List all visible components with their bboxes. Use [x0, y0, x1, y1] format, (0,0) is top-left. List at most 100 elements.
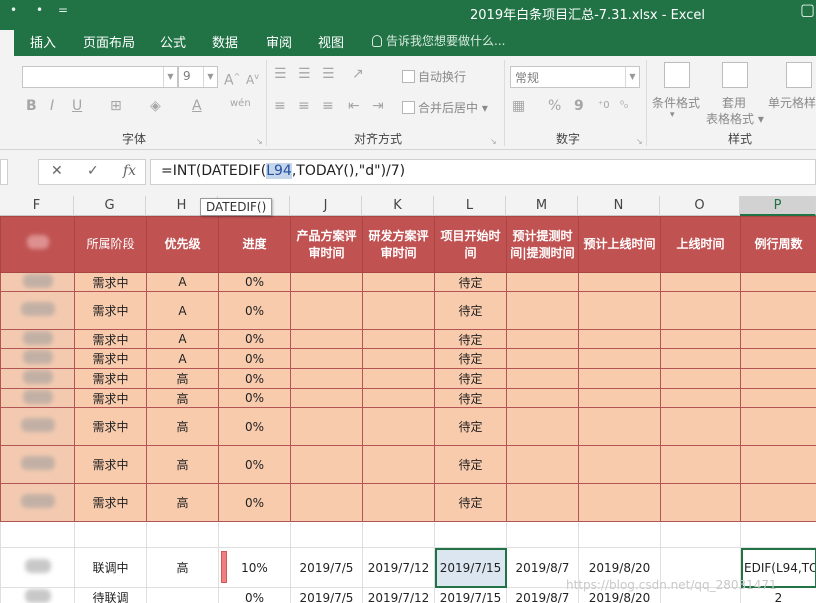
column-header-j[interactable]: J	[290, 196, 362, 216]
cell-empty[interactable]	[290, 348, 363, 369]
cell-empty[interactable]	[218, 521, 291, 548]
cell-empty[interactable]	[660, 291, 741, 330]
cell-start[interactable]: 待定	[434, 368, 507, 389]
cell-empty[interactable]	[290, 445, 363, 484]
formula-input[interactable]: =INT(DATEDIF(L94,TODAY(),"d")/7)	[150, 159, 816, 185]
font-dialog-launcher-icon[interactable]: ↘	[256, 132, 263, 152]
cell-product-review[interactable]: 2019/7/5	[290, 587, 363, 603]
comma-style-button[interactable]: 9	[574, 96, 584, 116]
cell-empty[interactable]	[290, 329, 363, 349]
cancel-icon[interactable]: ✕	[51, 163, 63, 179]
cell-blurred[interactable]	[0, 368, 75, 389]
cell-empty[interactable]	[290, 388, 363, 408]
increase-decimal-icon[interactable]: ⁺0	[598, 96, 610, 116]
header-cell-stage[interactable]: 所属阶段	[74, 216, 147, 273]
cell-empty[interactable]	[578, 272, 661, 292]
cell-priority[interactable]: A	[146, 272, 219, 292]
cell-empty[interactable]	[740, 272, 816, 292]
cell-progress[interactable]: 0%	[218, 348, 291, 369]
phonetic-button[interactable]: wén	[230, 94, 251, 114]
align-bottom-icon[interactable]: ☰	[322, 64, 335, 84]
cell-priority[interactable]: 高	[146, 368, 219, 389]
header-cell-test[interactable]: 预计提测时间|提测时间	[506, 216, 579, 273]
font-color-button[interactable]: A	[192, 96, 202, 116]
conditional-format-button[interactable]: 条件格式	[652, 94, 700, 111]
column-header-l[interactable]: L	[434, 196, 506, 216]
cell-empty[interactable]	[506, 483, 579, 522]
cell-empty[interactable]	[660, 521, 741, 548]
cell-empty[interactable]	[362, 368, 435, 389]
header-cell-dev-review[interactable]: 研发方案评审时间	[362, 216, 435, 273]
cell-priority[interactable]: 高	[146, 407, 219, 446]
cell-empty[interactable]	[362, 407, 435, 446]
cell-empty[interactable]	[362, 445, 435, 484]
cell-progress[interactable]: 0%	[218, 483, 291, 522]
cell-start[interactable]: 待定	[434, 407, 507, 446]
cell-empty[interactable]	[506, 368, 579, 389]
cell-blurred[interactable]	[0, 547, 75, 588]
cell-start[interactable]: 待定	[434, 445, 507, 484]
cell-empty[interactable]	[434, 521, 507, 548]
ribbon-display-icon[interactable]: ▢	[800, 0, 815, 19]
cell-empty[interactable]	[506, 329, 579, 349]
cell-dev-review[interactable]: 2019/7/12	[362, 587, 435, 603]
cell-empty[interactable]	[362, 291, 435, 330]
orientation-icon[interactable]: ↗	[352, 64, 364, 84]
cell-priority[interactable]: A	[146, 291, 219, 330]
cell-empty[interactable]	[290, 521, 363, 548]
cell-progress[interactable]: 0%	[218, 329, 291, 349]
cell-empty[interactable]	[660, 483, 741, 522]
cell-blurred[interactable]	[0, 272, 75, 292]
quick-access-dot[interactable]: •	[10, 3, 17, 17]
format-table-button[interactable]: 表格格式 ▾	[706, 110, 764, 127]
cell-priority[interactable]: 高	[146, 445, 219, 484]
column-header-g[interactable]: G	[74, 196, 146, 216]
align-right-icon[interactable]: ≡	[322, 96, 334, 116]
cell-priority[interactable]: 高	[146, 483, 219, 522]
quick-access-customize[interactable]: =	[58, 3, 68, 17]
cell-stage[interactable]: 需求中	[74, 291, 147, 330]
cell-start[interactable]: 待定	[434, 388, 507, 408]
cell-empty[interactable]	[290, 407, 363, 446]
underline-button[interactable]: U	[72, 96, 82, 116]
cell-progress[interactable]: 0%	[218, 445, 291, 484]
cell-empty[interactable]	[660, 329, 741, 349]
font-grow-button[interactable]: A^	[224, 67, 240, 91]
cell-start[interactable]: 待定	[434, 348, 507, 369]
cell-start[interactable]: 待定	[434, 483, 507, 522]
cell-empty[interactable]	[506, 445, 579, 484]
header-cell-release-plan[interactable]: 预计上线时间	[578, 216, 661, 273]
cell-progress[interactable]: 0%	[218, 407, 291, 446]
cell-empty[interactable]	[578, 348, 661, 369]
tell-me-box[interactable]: 告诉我您想要做什么...	[372, 32, 505, 49]
fill-color-icon[interactable]: ◈	[150, 96, 161, 116]
insert-function-icon[interactable]: fx	[123, 163, 136, 179]
header-cell-product-review[interactable]: 产品方案评审时间	[290, 216, 363, 273]
cell-blurred[interactable]	[0, 407, 75, 446]
cell-empty[interactable]	[506, 348, 579, 369]
cell-progress[interactable]: 0%	[218, 272, 291, 292]
cell-dev-review[interactable]: 2019/7/12	[362, 547, 435, 588]
cell-empty[interactable]	[740, 388, 816, 408]
cell-empty[interactable]	[740, 483, 816, 522]
cell-empty[interactable]	[578, 368, 661, 389]
align-left-icon[interactable]: ≡	[274, 96, 286, 116]
format-table-line1[interactable]: 套用	[722, 94, 746, 111]
cell-priority[interactable]: A	[146, 348, 219, 369]
font-size-combo[interactable]: 9 ▼	[178, 66, 218, 88]
font-shrink-button[interactable]: Av	[246, 67, 259, 90]
cell-stage[interactable]: 需求中	[74, 348, 147, 369]
tab-data[interactable]: 数据	[212, 32, 238, 51]
cell-stage[interactable]: 需求中	[74, 407, 147, 446]
cell-empty[interactable]	[506, 521, 579, 548]
tab-insert[interactable]: 插入	[30, 32, 56, 51]
column-header-p[interactable]: P	[740, 196, 816, 216]
cell-empty[interactable]	[578, 291, 661, 330]
cell-empty[interactable]	[290, 368, 363, 389]
cell-empty[interactable]	[578, 407, 661, 446]
cell-priority[interactable]: 高	[146, 388, 219, 408]
font-name-combo[interactable]: ▼	[22, 66, 178, 88]
header-cell-start[interactable]: 项目开始时间	[434, 216, 507, 273]
cell-progress[interactable]: 0%	[218, 388, 291, 408]
cell-product-review[interactable]: 2019/7/5	[290, 547, 363, 588]
